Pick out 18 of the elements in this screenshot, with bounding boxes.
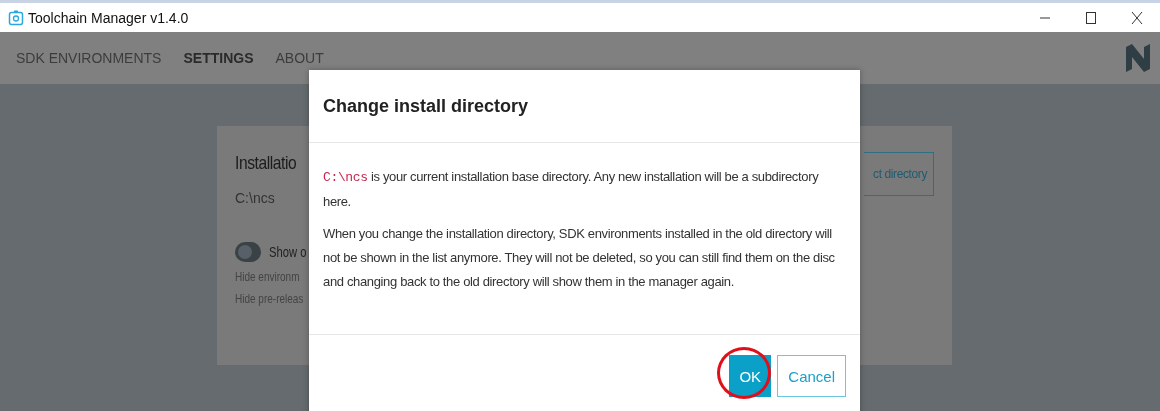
nav-tab[interactable]: ABOUT: [275, 50, 324, 66]
ok-button[interactable]: OK: [729, 355, 772, 397]
window-title: Toolchain Manager v1.4.0: [28, 9, 189, 26]
logo-icon: [1124, 43, 1152, 73]
nav-tab[interactable]: SDK ENVIRONMENTS: [16, 50, 162, 66]
toggle-label: Show o: [269, 244, 307, 260]
app-icon: [8, 9, 24, 26]
nav-tab[interactable]: SETTINGS: [183, 50, 254, 66]
toggle-switch[interactable]: [235, 242, 261, 262]
close-icon: [1131, 10, 1143, 25]
dialog-paragraph: C:\ncs is your current installation base directory. Any new installation will be a subdirectory here.: [323, 168, 820, 211]
maximize-icon: [1085, 10, 1097, 25]
dialog-title: Change install directory: [323, 95, 529, 117]
cancel-button[interactable]: Cancel: [777, 355, 846, 397]
install-path: C:\ncs: [235, 190, 275, 206]
dialog-paragraph: When you change the installation directory, SDK environments installed in the old directory will not be shown in the list anymore. They will not be deleted, so you can still find them on the disc and changing back to the old directory will show them in the manager again.: [323, 225, 836, 291]
select-directory-button[interactable]: ct directory: [864, 152, 934, 196]
card-title: Installatio: [235, 152, 297, 174]
